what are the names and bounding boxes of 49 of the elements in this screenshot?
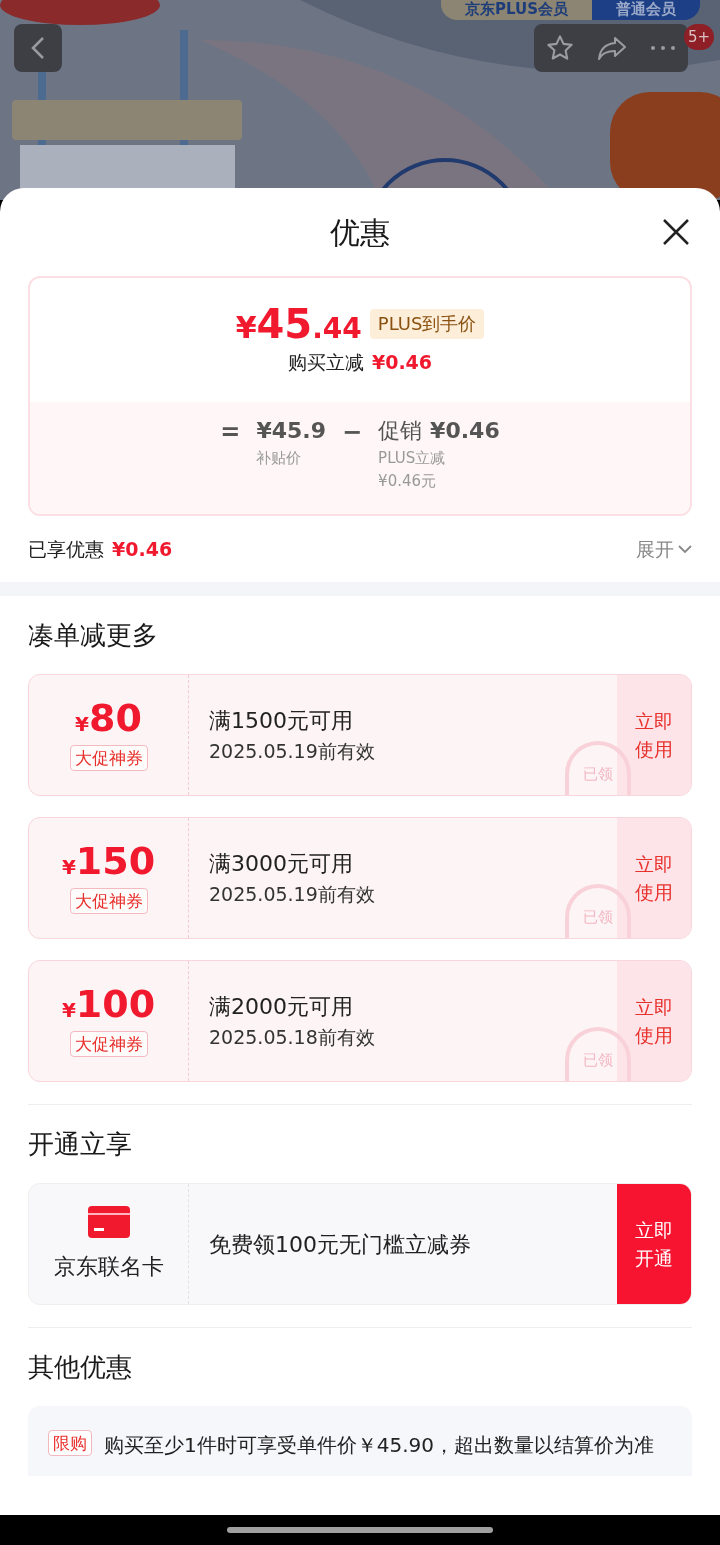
activate-button[interactable]: 立即开通: [617, 1184, 691, 1304]
chevron-down-icon: [678, 545, 692, 553]
coupon-amount: ¥80: [75, 699, 142, 737]
section-title: 凑单减更多: [28, 618, 158, 652]
coupon-expiry: 2025.05.19前有效: [209, 882, 376, 908]
price-tag: PLUS到手价: [369, 308, 485, 339]
back-button[interactable]: [14, 24, 62, 72]
promo-detail: ¥0.46元: [378, 470, 438, 492]
expand-button[interactable]: 展开: [636, 534, 692, 564]
limit-tag: 限购: [48, 1430, 92, 1456]
coupon-tag: 大促神券: [69, 745, 148, 771]
share-icon[interactable]: [597, 35, 627, 61]
promo-detail: PLUS立减: [378, 448, 447, 469]
coupon-expiry: 2025.05.18前有效: [209, 1025, 376, 1051]
coupon-tag: 大促神券: [69, 888, 148, 914]
coupon-tag: 大促神券: [69, 1031, 148, 1057]
sheet-title: 优惠: [330, 213, 390, 252]
coupon-condition: 满1500元可用: [209, 707, 354, 736]
star-icon[interactable]: [545, 34, 574, 62]
card-description: 免费领100元无门槛立减券: [209, 1230, 471, 1259]
member-tab[interactable]: 京东PLUS会员: [441, 0, 592, 20]
coupon-condition: 满2000元可用: [209, 993, 354, 1022]
back-icon: [31, 36, 45, 60]
reduce-value: ¥0.46: [371, 349, 433, 375]
use-now-button[interactable]: 立即使用: [617, 818, 691, 938]
card-name: 京东联名卡: [53, 1252, 164, 1281]
coupon-condition: 满3000元可用: [209, 850, 354, 879]
use-now-button[interactable]: 立即使用: [617, 675, 691, 795]
promo-label: 促销: [378, 417, 423, 445]
coupon-expiry: 2025.05.19前有效: [209, 739, 376, 765]
bank-card-icon: [87, 1205, 130, 1238]
base-price: ¥45.9: [256, 417, 326, 445]
use-now-button[interactable]: 立即使用: [617, 961, 691, 1081]
promo-value: ¥0.46: [430, 417, 500, 445]
equals-sign: =: [220, 417, 241, 448]
section-title: 其他优惠: [28, 1350, 132, 1384]
section-title: 开通立享: [28, 1127, 132, 1161]
reduce-label: 购买立减: [287, 349, 364, 375]
final-price: ¥45.44: [235, 303, 362, 344]
minus-sign: −: [342, 417, 363, 448]
more-icon[interactable]: [650, 45, 677, 51]
notice-text: 购买至少1件时可享受单件价￥45.90，超出数量以结算价为准: [104, 1432, 655, 1459]
enjoyed-value: ¥0.46: [112, 536, 173, 562]
coupon-amount: ¥100: [61, 985, 156, 1023]
enjoyed-label: 已享优惠: [28, 536, 104, 562]
member-tab[interactable]: 普通会员: [592, 0, 700, 20]
close-icon: [662, 218, 690, 246]
base-price-label: 补贴价: [256, 448, 303, 469]
coupon-amount: ¥150: [61, 842, 156, 880]
